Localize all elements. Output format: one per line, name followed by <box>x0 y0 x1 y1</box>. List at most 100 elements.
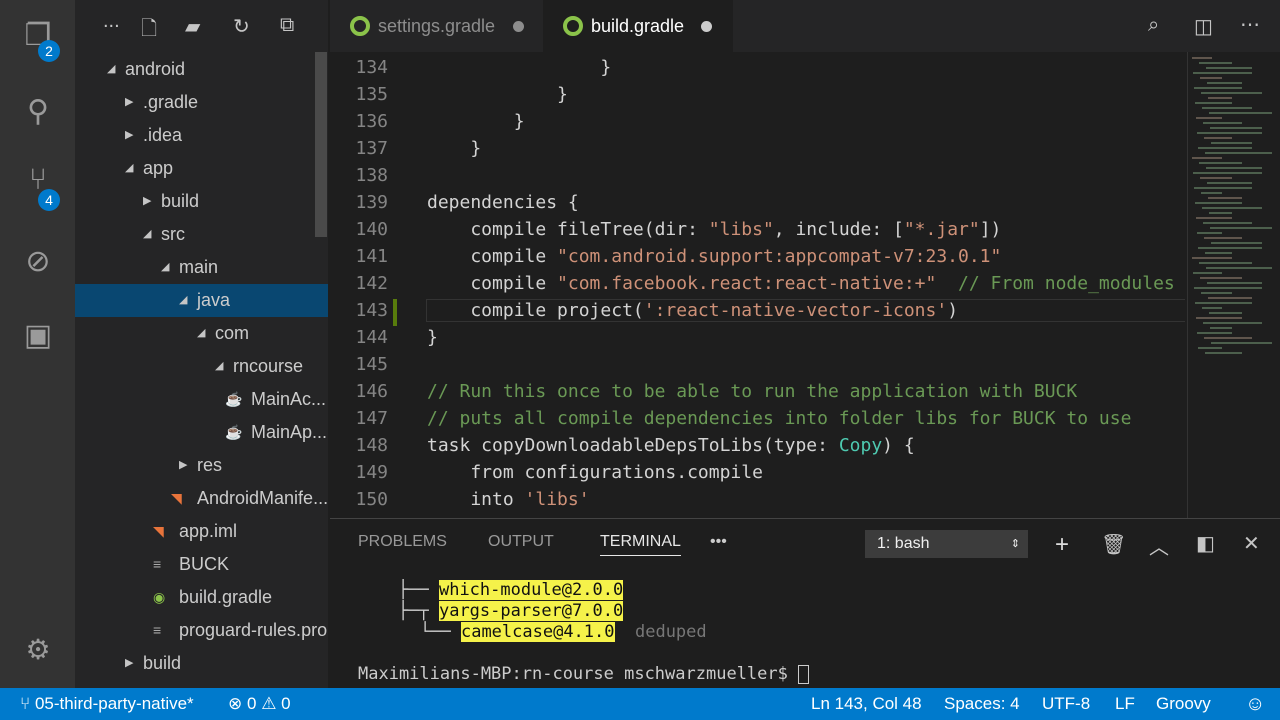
tree-item[interactable]: ◢ java <box>75 284 328 317</box>
minimap-line <box>1205 152 1272 154</box>
new-folder-icon[interactable]: ▰ <box>185 14 200 39</box>
file-icon: ≡ <box>153 622 162 638</box>
code-token: Copy <box>838 435 883 456</box>
minimap-line <box>1210 127 1262 129</box>
maximize-panel-icon[interactable]: ︿ <box>1149 531 1169 560</box>
kill-terminal-icon[interactable]: 🗑 <box>1101 532 1126 557</box>
activity-bar: ❐ 2 ⚲ ⑂ 4 ⊘ ▣ ⚙ <box>0 0 75 688</box>
tree-item[interactable]: ◢ rncourse <box>75 350 328 383</box>
minimap-line <box>1208 97 1232 99</box>
tree-item[interactable]: ≡ BUCK <box>75 548 328 581</box>
minimap-line <box>1199 62 1232 64</box>
end-of-line[interactable]: LF <box>1115 688 1135 720</box>
branch-indicator[interactable]: ⑂ 05-third-party-native* <box>20 688 194 720</box>
tree-item[interactable]: ▶ .gradle <box>75 86 328 119</box>
tree-item[interactable]: ▶ res <box>75 449 328 482</box>
minimap[interactable] <box>1187 52 1280 518</box>
minimap-line <box>1203 222 1252 224</box>
tree-item[interactable]: ▶ .idea <box>75 119 328 152</box>
minimap-line <box>1207 82 1242 84</box>
code-token: // From node_modules <box>958 273 1175 294</box>
tree-item-label: build.gradle <box>179 587 273 607</box>
xml-file-icon: ◥ <box>153 523 164 539</box>
tab-settings-gradle[interactable]: settings.gradle <box>330 0 540 52</box>
code-line: task copyDownloadableDepsToLibs(type: Co… <box>427 435 915 456</box>
chevron-right-icon: ▶ <box>125 657 134 669</box>
tree-item[interactable]: ◉ build.gradle <box>75 581 328 614</box>
tab-terminal[interactable]: TERMINAL <box>600 533 681 556</box>
tab-output[interactable]: OUTPUT <box>488 533 554 551</box>
search-icon[interactable]: ⚲ <box>18 92 58 132</box>
tree-item[interactable]: ≡ proguard-rules.pro <box>75 614 328 647</box>
cursor-position[interactable]: Ln 143, Col 48 <box>811 688 922 720</box>
tree-item[interactable]: ☕ MainAp... <box>75 416 328 449</box>
open-changes-icon[interactable]: ⌕ <box>1148 14 1159 37</box>
tree-item-label: .gradle <box>143 92 199 112</box>
terminal-deduped: deduped <box>634 622 707 642</box>
more-panel-actions[interactable]: ••• <box>710 533 727 551</box>
line-number: 145 <box>355 354 388 375</box>
indentation[interactable]: Spaces: 4 <box>944 688 1020 720</box>
tree-item-label: app.iml <box>179 521 238 541</box>
minimap-line <box>1206 267 1272 269</box>
collapse-all-icon[interactable]: ⧉ <box>280 14 294 37</box>
tab-build-gradle[interactable]: build.gradle <box>543 0 733 52</box>
terminal-prompt[interactable]: Maximilians-MBP:rn-course mschwarzmuelle… <box>358 664 810 684</box>
error-icon: ⊗ <box>228 694 243 713</box>
tree-item[interactable]: ◥ AndroidManife... <box>75 482 328 515</box>
refresh-icon[interactable]: ↻ <box>233 14 250 39</box>
tree-item[interactable]: ◢ src <box>75 218 328 251</box>
tree-item[interactable]: ▶ build <box>75 647 328 680</box>
sidebar-scrollbar[interactable] <box>315 52 327 237</box>
code-line: } <box>427 138 481 159</box>
toggle-panel-icon[interactable]: ◧ <box>1196 531 1215 556</box>
extensions-icon[interactable]: ▣ <box>18 316 58 356</box>
tree-item-label: com <box>215 323 250 343</box>
new-file-icon[interactable]: 🗋 <box>141 14 157 48</box>
code-line: dependencies { <box>427 192 579 213</box>
tree-item[interactable]: ◢ com <box>75 317 328 350</box>
terminal-line: camelcase@4.1.0 <box>460 622 615 642</box>
code-token: compile project( <box>427 300 644 321</box>
code-editor[interactable]: 134 } 135 } 136 } 137 } 138 139 dependencies {… <box>330 52 1185 518</box>
tree-item-label: app <box>143 158 174 178</box>
tree-item[interactable]: ☕ MainAc... <box>75 383 328 416</box>
tree-item[interactable]: ▶ build <box>75 185 328 218</box>
tree-item[interactable]: ◢ app <box>75 152 328 185</box>
language-mode[interactable]: Groovy <box>1156 688 1211 720</box>
gradle-icon <box>563 16 583 36</box>
line-number: 139 <box>355 192 388 213</box>
tree-item-label: java <box>197 290 231 310</box>
tab-problems[interactable]: PROBLEMS <box>358 533 447 551</box>
line-number: 147 <box>355 408 388 429</box>
tree-item[interactable]: ◢ main <box>75 251 328 284</box>
close-panel-icon[interactable]: ✕ <box>1243 531 1260 556</box>
feedback-smiley-icon[interactable]: ☺ <box>1245 688 1265 720</box>
gradle-icon <box>350 16 370 36</box>
new-terminal-icon[interactable]: + <box>1055 531 1069 559</box>
git-branch-icon: ⑂ <box>20 694 31 713</box>
minimap-line <box>1193 72 1252 74</box>
tree-item-label: MainAc... <box>251 389 327 409</box>
terminal-select[interactable]: 1: bash ⇕ <box>865 530 1028 558</box>
more-actions-icon[interactable]: ⋯ <box>1240 12 1260 37</box>
code-token: // puts all compile dependencies into fo… <box>427 408 1132 429</box>
line-number: 149 <box>355 462 388 483</box>
more-actions[interactable]: ... <box>103 10 120 33</box>
minimap-line <box>1200 277 1242 279</box>
tree-item[interactable]: ◥ app.iml <box>75 515 328 548</box>
minimap-line <box>1198 247 1262 249</box>
tree-item[interactable]: ◢ android <box>75 53 328 86</box>
unsaved-dot-icon <box>513 21 524 32</box>
minimap-line <box>1209 312 1242 314</box>
settings-gear-icon[interactable]: ⚙ <box>18 630 58 670</box>
line-number: 138 <box>355 165 388 186</box>
minimap-line <box>1193 172 1262 174</box>
line-number: 146 <box>355 381 388 402</box>
minimap-line <box>1197 332 1232 334</box>
split-editor-icon[interactable]: ◫ <box>1194 14 1213 39</box>
problems-indicator[interactable]: ⊗ 0 ⚠ 0 <box>228 688 291 720</box>
debug-icon[interactable]: ⊘ <box>18 242 58 282</box>
minimap-line <box>1192 157 1222 159</box>
encoding[interactable]: UTF-8 <box>1042 688 1090 720</box>
